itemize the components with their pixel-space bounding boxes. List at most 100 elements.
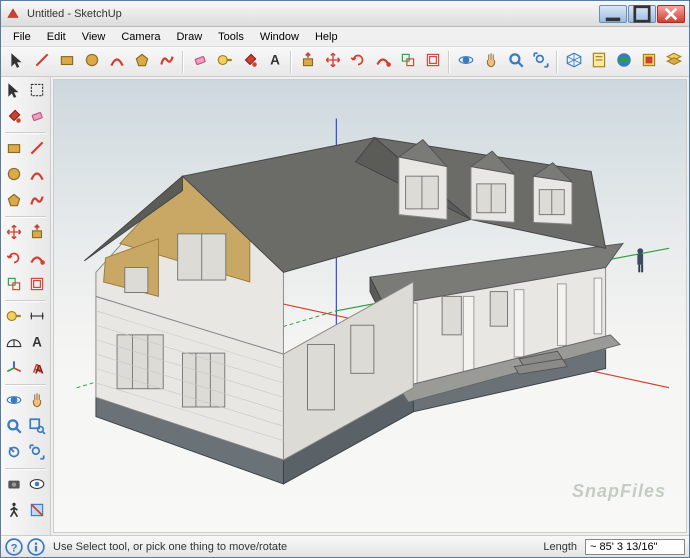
layers-button[interactable] [662,50,685,74]
menu-tools[interactable]: Tools [210,29,252,45]
walk-button[interactable] [3,499,25,523]
menu-camera[interactable]: Camera [113,29,168,45]
info-icon[interactable] [27,538,45,556]
orbit-button[interactable] [454,50,477,74]
maximize-button[interactable] [628,5,656,23]
axes-button[interactable] [3,357,25,381]
scale-figure [637,248,643,272]
text-button[interactable]: A [263,50,286,74]
menu-edit[interactable]: Edit [39,29,74,45]
rectangle-button[interactable] [55,50,78,74]
rotate-button[interactable] [3,247,25,271]
pan-icon [28,391,46,412]
toolbar-left: AAA [1,77,51,535]
text-icon: A [266,51,284,72]
line-icon [28,139,46,160]
rotate-icon [349,51,367,72]
push-pull-button[interactable] [296,50,319,74]
look-around-icon [28,475,46,496]
walk-icon [5,501,23,522]
move-button[interactable] [3,221,25,245]
arc-button[interactable] [27,163,49,187]
iso-view-icon [565,51,583,72]
menubar: File Edit View Camera Draw Tools Window … [1,27,689,47]
follow-me-button[interactable] [27,247,49,271]
tape-measure-button[interactable] [3,305,25,329]
menu-help[interactable]: Help [307,29,346,45]
circle-button[interactable] [3,163,25,187]
eraser-button[interactable] [27,105,49,129]
tape-measure-button[interactable] [213,50,236,74]
eraser-button[interactable] [188,50,211,74]
scale-button[interactable] [3,273,25,297]
arc-button[interactable] [105,50,128,74]
component-button[interactable] [637,50,660,74]
toolbar-row [3,473,48,497]
move-button[interactable] [321,50,344,74]
follow-me-button[interactable] [371,50,394,74]
look-around-button[interactable] [27,473,49,497]
circle-button[interactable] [80,50,103,74]
eraser-icon [28,107,46,128]
polygon-icon [5,191,23,212]
viewport-3d[interactable]: SnapFiles [53,79,687,533]
make-component-button[interactable] [27,79,49,103]
zoom-extents-button[interactable] [529,50,552,74]
zoom-button[interactable] [504,50,527,74]
get-models-button[interactable] [612,50,635,74]
svg-text:A: A [270,53,280,68]
menu-file[interactable]: File [5,29,39,45]
push-pull-button[interactable] [27,221,49,245]
previous-view-button[interactable] [3,441,25,465]
offset-button[interactable] [421,50,444,74]
status-hint: Use Select tool, or pick one thing to mo… [49,541,539,553]
3d-text-button[interactable]: AA [27,357,49,381]
paint-bucket-button[interactable] [3,105,25,129]
dimension-button[interactable] [27,305,49,329]
make-component-icon [28,81,46,102]
rotate-button[interactable] [346,50,369,74]
length-label: Length [543,541,581,553]
menu-view[interactable]: View [74,29,114,45]
iso-view-button[interactable] [562,50,585,74]
polygon-button[interactable] [3,189,25,213]
protractor-button[interactable] [3,331,25,355]
menu-draw[interactable]: Draw [168,29,210,45]
offset-button[interactable] [27,273,49,297]
scale-button[interactable] [396,50,419,74]
model-info-button[interactable] [587,50,610,74]
text-button[interactable]: A [27,331,49,355]
line-button[interactable] [27,137,49,161]
length-input[interactable] [585,539,685,555]
toolbar-row [3,499,48,523]
select-arrow-button[interactable] [5,50,28,74]
zoom-window-button[interactable] [27,415,49,439]
polygon-button[interactable] [130,50,153,74]
paint-bucket-icon [5,107,23,128]
close-button[interactable] [657,5,685,23]
zoom-window-icon [28,417,46,438]
freehand-button[interactable] [27,189,49,213]
help-icon[interactable]: ? [5,538,23,556]
push-pull-icon [28,223,46,244]
position-camera-button[interactable] [3,473,25,497]
scene-svg [54,80,686,532]
line-button[interactable] [30,50,53,74]
paint-bucket-button[interactable] [238,50,261,74]
window-title: Untitled - SketchUp [27,8,599,20]
zoom-button[interactable] [3,415,25,439]
pan-button[interactable] [27,389,49,413]
section-plane-button[interactable] [27,499,49,523]
orbit-button[interactable] [3,389,25,413]
rotate-icon [5,249,23,270]
rectangle-button[interactable] [3,137,25,161]
minimize-button[interactable] [599,5,627,23]
toolbar-row [3,441,48,465]
zoom-extents-button[interactable] [27,441,49,465]
menu-window[interactable]: Window [252,29,307,45]
freehand-button[interactable] [155,50,178,74]
app-window: Untitled - SketchUp File Edit View Camer… [0,0,690,558]
freehand-icon [28,191,46,212]
select-arrow-button[interactable] [3,79,25,103]
pan-button[interactable] [479,50,502,74]
